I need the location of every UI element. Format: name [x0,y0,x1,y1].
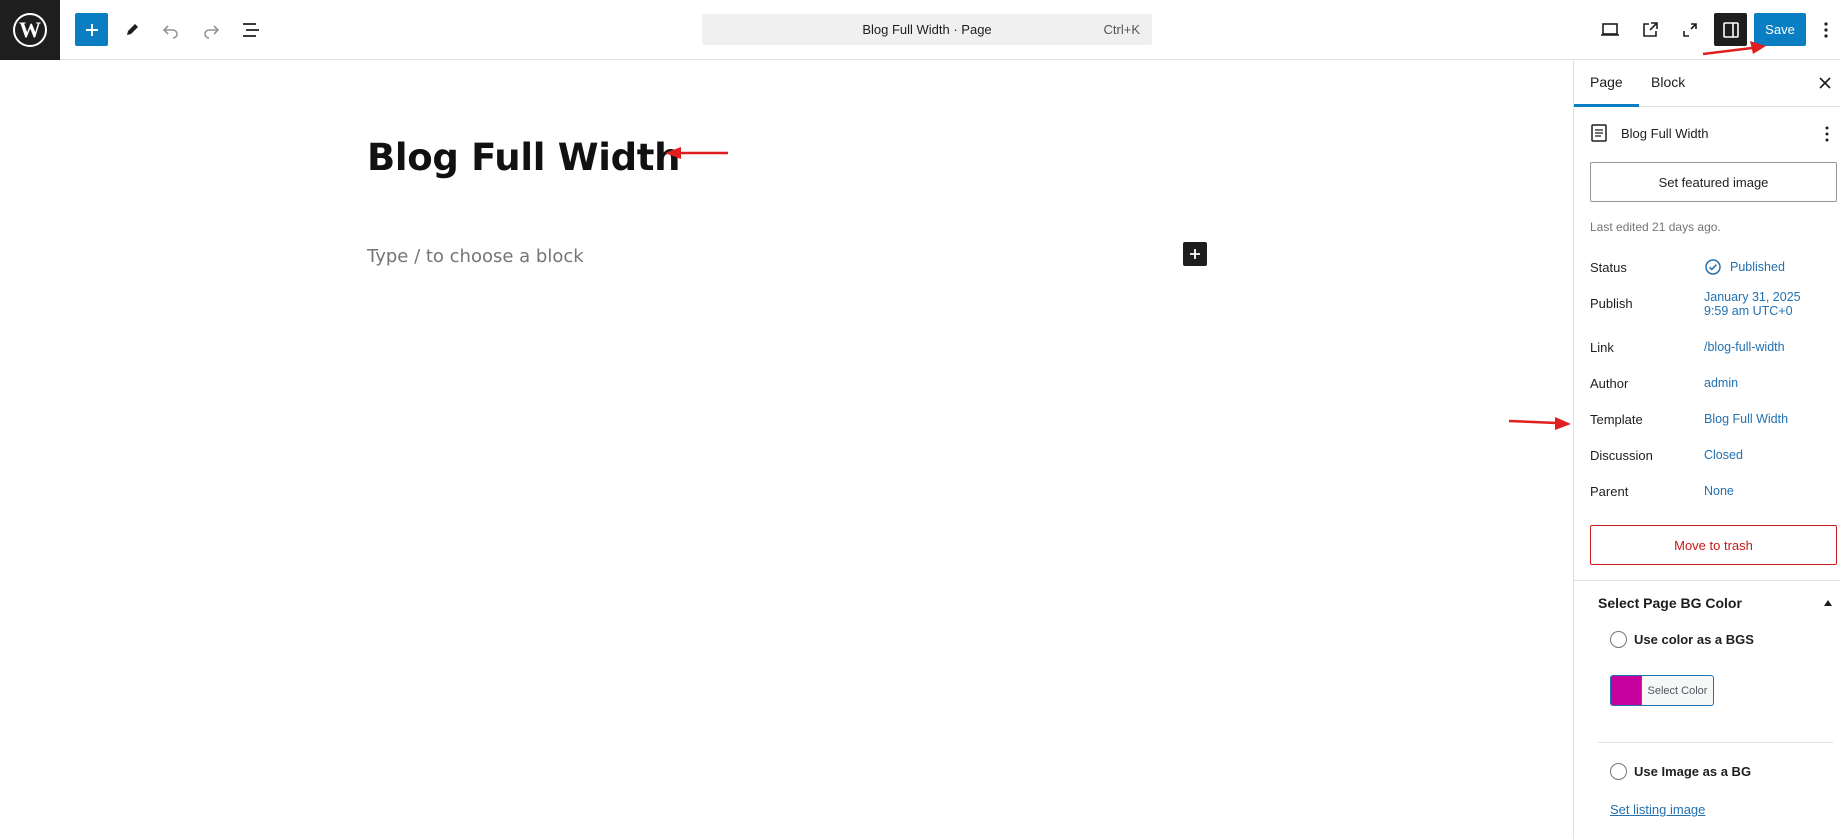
command-palette-bar[interactable]: Blog Full Width · Page Ctrl+K [702,14,1152,45]
sidebar-tabs: Page Block [1574,60,1840,107]
option-divider [1598,742,1833,743]
redo-button[interactable] [193,12,229,48]
template-row: Template Blog Full Width [1590,412,1835,432]
publish-date: January 31, 2025 [1704,290,1801,304]
select-color-label: Select Color [1641,676,1713,705]
annotation-arrow-save [1702,41,1766,56]
use-color-label: Use color as a BGS [1634,632,1754,647]
link-label: Link [1590,340,1614,355]
discussion-value[interactable]: Closed [1704,448,1743,462]
published-check-icon [1705,259,1721,275]
wordpress-logo[interactable]: W [0,0,60,60]
discussion-label: Discussion [1590,448,1653,463]
redo-icon [204,25,220,39]
parent-value[interactable]: None [1704,484,1734,498]
more-vertical-icon [1824,22,1828,38]
status-label: Status [1590,260,1627,275]
status-row: Status Published [1590,259,1835,280]
preview-button[interactable] [1632,12,1668,48]
publish-row: Publish January 31, 2025 9:59 am UTC+0 [1590,290,1835,318]
set-featured-image-button[interactable]: Set featured image [1590,162,1837,202]
pencil-icon [127,24,138,35]
author-label: Author [1590,376,1629,391]
color-swatch [1611,676,1641,705]
set-listing-image-link[interactable]: Set listing image [1610,802,1705,817]
link-value[interactable]: /blog-full-width [1704,340,1785,354]
document-title: Blog Full Width [1621,126,1709,141]
status-value[interactable]: Published [1730,260,1785,274]
bg-color-panel-title[interactable]: Select Page BG Color [1598,595,1742,611]
view-button[interactable] [1592,12,1628,48]
options-button[interactable] [1812,12,1840,48]
more-vertical-icon [1825,126,1829,142]
collapse-caret-icon[interactable] [1824,600,1832,606]
block-inserter-button[interactable] [1183,242,1207,266]
annotation-arrow-template [1508,417,1571,430]
external-link-icon [1643,22,1658,37]
publish-value[interactable]: January 31, 2025 9:59 am UTC+0 [1704,290,1801,318]
tab-page[interactable]: Page [1574,60,1639,107]
close-icon [1819,77,1831,89]
annotation-arrow-title [665,147,728,159]
discussion-row: Discussion Closed [1590,448,1835,468]
tools-button[interactable] [114,12,150,48]
fullscreen-icon [1683,23,1697,37]
template-label: Template [1590,412,1643,427]
list-view-icon [243,23,259,37]
author-value[interactable]: admin [1704,376,1738,390]
undo-icon [162,25,178,39]
block-placeholder[interactable]: Type / to choose a block [367,246,584,267]
publish-label: Publish [1590,296,1633,311]
parent-row: Parent None [1590,484,1835,504]
use-image-label: Use Image as a BG [1634,764,1752,779]
author-row: Author admin [1590,376,1835,396]
last-edited-text: Last edited 21 days ago. [1590,220,1721,234]
tab-block[interactable]: Block [1635,60,1701,107]
panel-divider [1574,580,1840,581]
settings-sidebar: Page Block Blog Full Width Set featured … [1573,60,1840,839]
svg-text:W: W [19,17,41,42]
plus-icon [1190,249,1200,259]
template-value[interactable]: Blog Full Width [1704,412,1788,426]
editor-header: W Blog Full Width · Page Ctrl+K Save [0,0,1840,60]
select-color-button[interactable]: Select Color [1610,675,1714,706]
add-block-button[interactable] [75,13,108,46]
plus-icon [85,23,98,36]
parent-label: Parent [1590,484,1629,499]
use-image-radio[interactable] [1610,763,1627,780]
sidebar-icon [1722,21,1739,38]
move-to-trash-button[interactable]: Move to trash [1590,525,1837,565]
document-summary: Blog Full Width [1590,123,1835,145]
undo-button[interactable] [153,12,189,48]
document-overview-button[interactable] [233,12,269,48]
close-sidebar-button[interactable] [1814,72,1836,94]
link-row: Link /blog-full-width [1590,340,1835,360]
wordpress-icon: W [13,13,47,47]
page-icon [1591,124,1607,142]
publish-time: 9:59 am UTC+0 [1704,304,1793,318]
document-actions-button[interactable] [1819,123,1835,145]
document-bar-title: Blog Full Width · Page [862,22,992,37]
desktop-icon [1601,23,1619,36]
use-color-radio[interactable] [1610,631,1627,648]
command-shortcut: Ctrl+K [1103,22,1140,37]
post-title[interactable]: Blog Full Width [367,136,681,179]
editor-canvas: Blog Full Width Type / to choose a block [0,60,1573,839]
